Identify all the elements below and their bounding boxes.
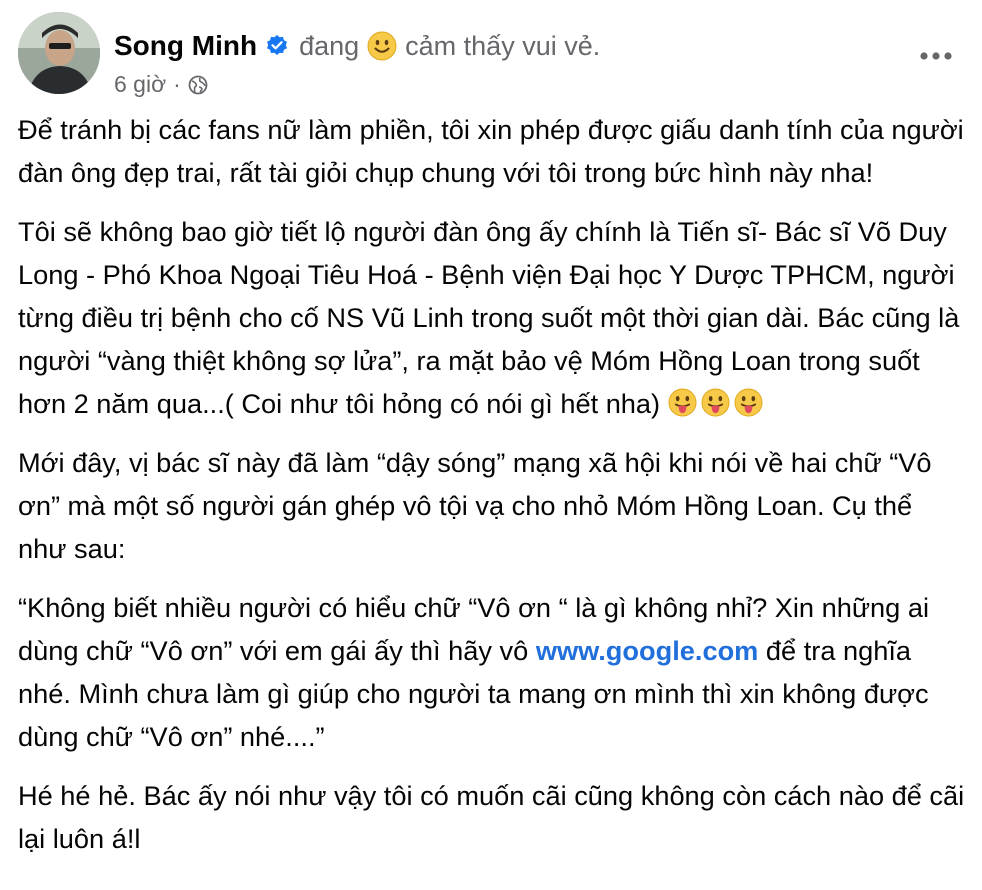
globe-icon[interactable] <box>188 74 208 95</box>
feeling-prefix: đang <box>299 30 360 61</box>
meta-separator: · <box>173 70 181 97</box>
feeling-text[interactable]: cảm thấy vui vẻ. <box>405 31 600 62</box>
post-body: Để tránh bị các fans nữ làm phiền, tôi x… <box>18 108 968 876</box>
author-row: Song Minh đang cảm thấy vui vẻ. <box>114 28 600 64</box>
google-link[interactable]: www.google.com <box>536 635 759 666</box>
face-with-tongue-emoji-icon <box>734 386 763 417</box>
post-paragraph: “Không biết nhiều người có hiểu chữ “Vô … <box>18 586 968 758</box>
author-avatar[interactable] <box>18 12 100 94</box>
verified-badge-icon <box>265 34 289 58</box>
post-time[interactable]: 6 giờ <box>114 71 166 98</box>
smiling-face-emoji-icon <box>367 31 397 61</box>
face-with-tongue-emoji-icon <box>668 386 697 417</box>
post-paragraph: Hé hé hẻ. Bác ấy nói như vậy tôi có muốn… <box>18 780 965 854</box>
more-options-icon[interactable] <box>914 34 958 78</box>
author-name[interactable]: Song Minh <box>114 30 257 62</box>
face-with-tongue-emoji-icon <box>701 386 730 417</box>
post-header: Song Minh đang cảm thấy vui vẻ. 6 giờ · <box>18 12 964 97</box>
post-paragraph: Tôi sẽ không bao giờ tiết lộ người đàn ô… <box>18 210 968 425</box>
post-paragraph: Để tránh bị các fans nữ làm phiền, tôi x… <box>18 114 964 188</box>
post-meta: 6 giờ · <box>114 69 208 99</box>
feeling-status: đang cảm thấy vui vẻ. <box>299 31 600 62</box>
facebook-post: Song Minh đang cảm thấy vui vẻ. 6 giờ · … <box>0 0 982 890</box>
paragraph-text: Tôi sẽ không bao giờ tiết lộ người đàn ô… <box>18 216 960 419</box>
post-paragraph: Mới đây, vị bác sĩ này đã làm “dậy sóng”… <box>18 447 932 564</box>
